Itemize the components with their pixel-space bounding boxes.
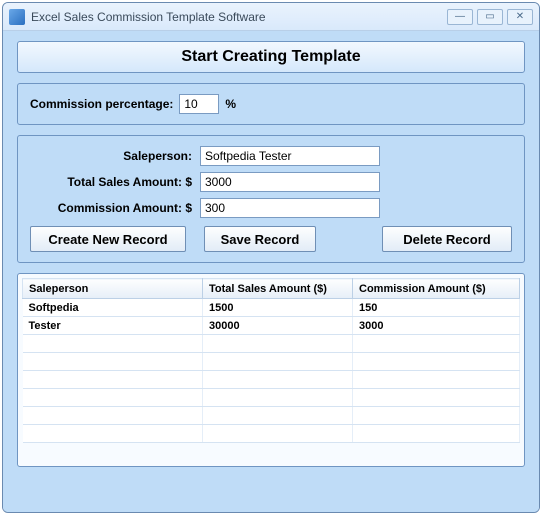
table-cell — [23, 407, 203, 425]
button-row: Create New Record Save Record Delete Rec… — [30, 226, 512, 252]
table-cell: Softpedia — [23, 299, 203, 317]
create-new-record-button[interactable]: Create New Record — [30, 226, 186, 252]
commission-amount-input[interactable] — [200, 198, 380, 218]
table-cell: 150 — [353, 299, 520, 317]
table-cell — [203, 371, 353, 389]
maximize-button[interactable]: ▭ — [477, 9, 503, 25]
commission-percentage-label: Commission percentage: — [30, 97, 173, 111]
table-cell — [23, 353, 203, 371]
records-table-panel: Saleperson Total Sales Amount ($) Commis… — [17, 273, 525, 467]
column-header-commission[interactable]: Commission Amount ($) — [353, 279, 520, 299]
table-row[interactable] — [23, 353, 520, 371]
table-row[interactable] — [23, 407, 520, 425]
table-cell: 1500 — [203, 299, 353, 317]
table-cell — [353, 335, 520, 353]
table-cell — [203, 335, 353, 353]
table-cell — [203, 353, 353, 371]
salesperson-input[interactable] — [200, 146, 380, 166]
save-record-button[interactable]: Save Record — [204, 226, 316, 252]
app-window: Excel Sales Commission Template Software… — [2, 2, 540, 513]
table-row[interactable]: Tester300003000 — [23, 317, 520, 335]
records-table: Saleperson Total Sales Amount ($) Commis… — [22, 278, 520, 443]
column-header-salesperson[interactable]: Saleperson — [23, 279, 203, 299]
table-cell — [203, 425, 353, 443]
total-sales-input[interactable] — [200, 172, 380, 192]
table-cell: Tester — [23, 317, 203, 335]
table-cell: 3000 — [353, 317, 520, 335]
record-panel: Saleperson: Total Sales Amount: $ Commis… — [17, 135, 525, 263]
close-button[interactable]: ✕ — [507, 9, 533, 25]
table-row[interactable] — [23, 425, 520, 443]
app-icon — [9, 9, 25, 25]
commission-amount-label: Commission Amount: $ — [30, 201, 200, 215]
total-sales-label: Total Sales Amount: $ — [30, 175, 200, 189]
table-cell — [353, 389, 520, 407]
table-cell — [23, 389, 203, 407]
table-cell — [353, 425, 520, 443]
table-cell: 30000 — [203, 317, 353, 335]
table-cell — [353, 371, 520, 389]
main-heading: Start Creating Template — [17, 41, 525, 73]
window-controls: — ▭ ✕ — [447, 9, 533, 25]
table-cell — [23, 335, 203, 353]
table-cell — [23, 371, 203, 389]
table-cell — [203, 407, 353, 425]
delete-record-button[interactable]: Delete Record — [382, 226, 512, 252]
table-row[interactable] — [23, 371, 520, 389]
table-row[interactable]: Softpedia1500150 — [23, 299, 520, 317]
minimize-button[interactable]: — — [447, 9, 473, 25]
percent-symbol: % — [225, 97, 236, 111]
client-area: Start Creating Template Commission perce… — [3, 31, 539, 512]
table-cell — [353, 407, 520, 425]
table-cell — [353, 353, 520, 371]
table-row[interactable] — [23, 389, 520, 407]
table-cell — [203, 389, 353, 407]
table-row[interactable] — [23, 335, 520, 353]
window-title: Excel Sales Commission Template Software — [31, 10, 447, 24]
titlebar: Excel Sales Commission Template Software… — [3, 3, 539, 31]
table-cell — [23, 425, 203, 443]
commission-panel: Commission percentage: % — [17, 83, 525, 125]
commission-percentage-input[interactable] — [179, 94, 219, 114]
salesperson-label: Saleperson: — [30, 149, 200, 163]
column-header-total-sales[interactable]: Total Sales Amount ($) — [203, 279, 353, 299]
